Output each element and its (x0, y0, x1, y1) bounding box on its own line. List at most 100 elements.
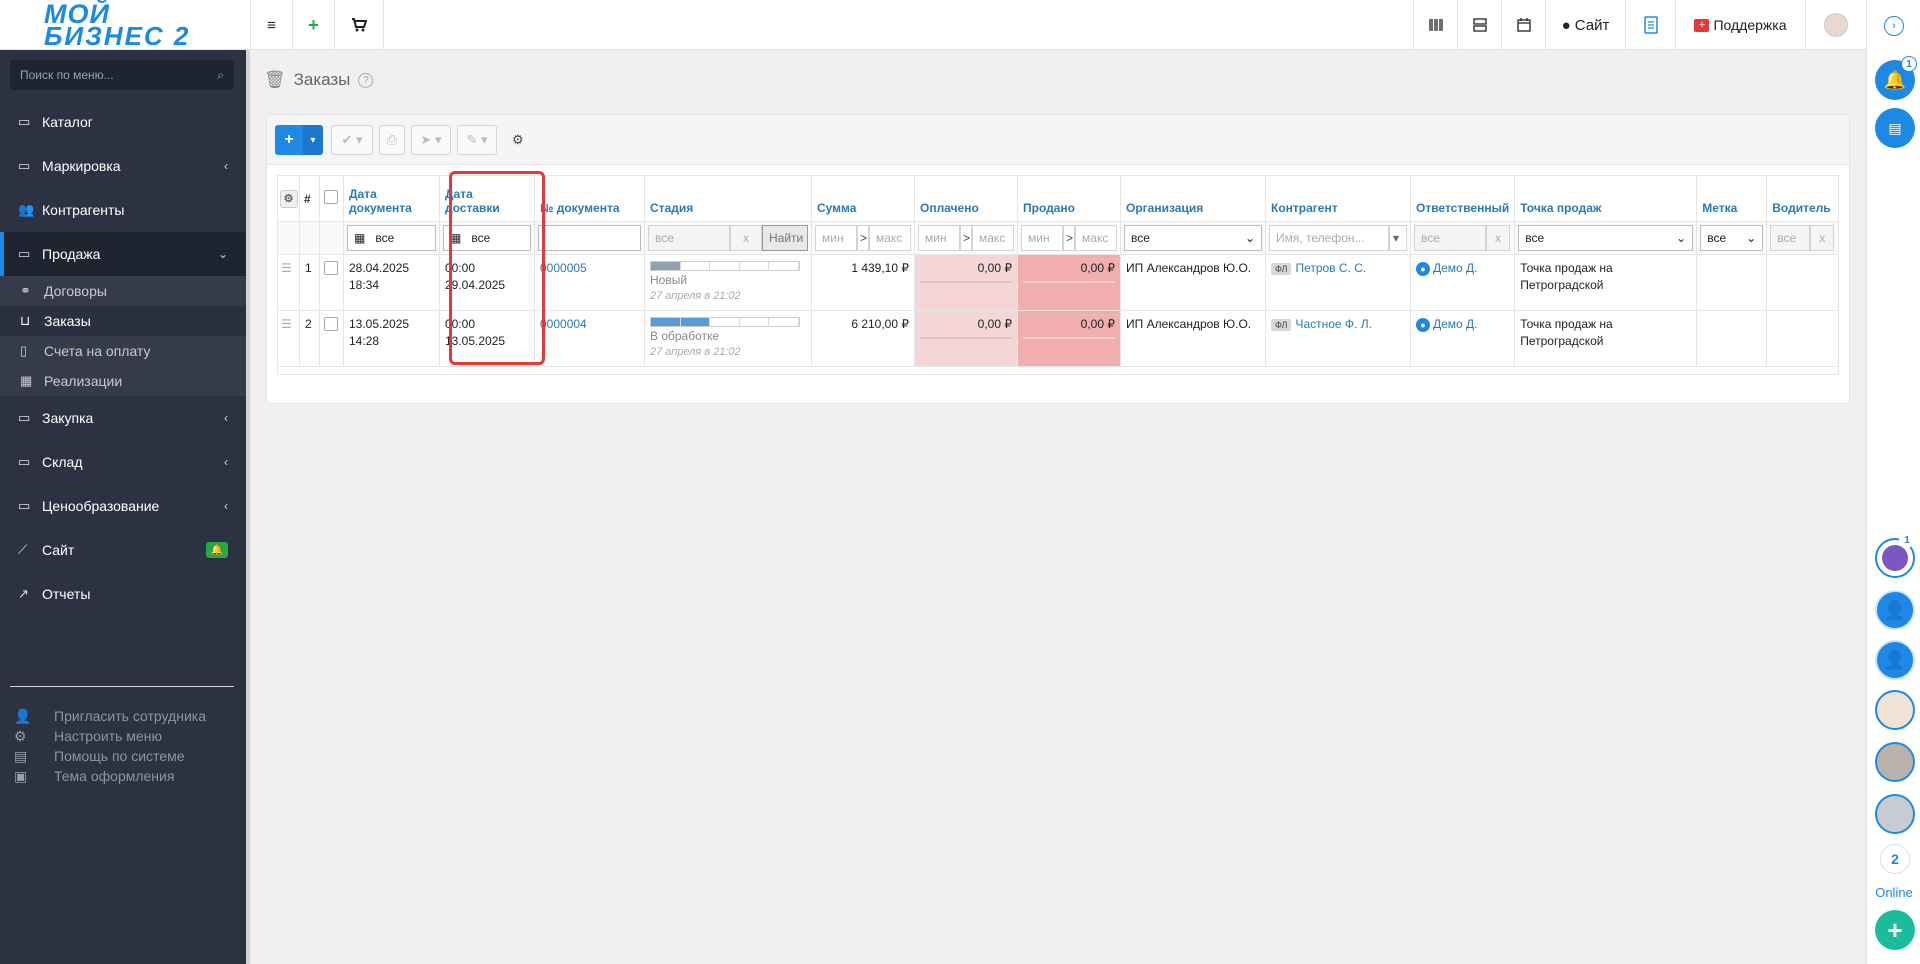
settings-gears-icon[interactable]: ⚙ (512, 132, 524, 148)
print-icon[interactable]: ⎙ (379, 125, 405, 155)
calendar-icon[interactable] (1501, 0, 1545, 50)
employee-avatar[interactable] (1875, 742, 1915, 782)
responsible-clear[interactable]: x (1486, 225, 1510, 251)
stage-filter-clear[interactable]: x (730, 225, 762, 251)
mark-select[interactable]: все ⌄ (1700, 225, 1764, 251)
doc-number-filter[interactable] (538, 225, 641, 251)
user-icon[interactable]: 👤 (1875, 590, 1915, 630)
attach-dropdown-button[interactable]: ✎ ▾ (457, 125, 497, 155)
add-icon[interactable]: + (292, 0, 334, 50)
user-icon[interactable]: 👤 (1875, 640, 1915, 680)
invite-employee-link[interactable]: 👤 Пригласить сотрудника (14, 706, 206, 726)
site-button[interactable]: ● Сайт (1545, 0, 1625, 50)
responsible-input[interactable]: все (1414, 225, 1486, 251)
help-link[interactable]: ▤ Помощь по системе (14, 746, 185, 766)
send-dropdown-button[interactable]: ➤ ▾ (411, 125, 451, 155)
chevron-right-icon[interactable]: › (1884, 16, 1904, 36)
barcode-icon[interactable] (1413, 0, 1457, 50)
sidebar-item-site[interactable]: ⟋ Сайт 🔔 (0, 528, 246, 572)
col-sold[interactable]: Продано (1017, 175, 1121, 222)
paid-max-input[interactable]: макс (972, 225, 1014, 251)
sidebar-item-reports[interactable]: ↗ Отчеты (0, 572, 246, 616)
globe-icon: ● (1561, 16, 1571, 34)
point-of-sale-select[interactable]: все ⌄ (1518, 225, 1694, 251)
user-avatar[interactable] (1805, 0, 1866, 50)
add-order-button[interactable]: + (275, 125, 303, 155)
chat-button[interactable]: ▤ (1875, 108, 1915, 148)
chevron-down-icon[interactable]: ▾ (303, 125, 323, 155)
support-button[interactable]: + Поддержка (1675, 0, 1805, 50)
sidebar-item-label: Склад (42, 454, 83, 470)
paid-min-input[interactable]: мин (918, 225, 960, 251)
col-responsible[interactable]: Ответственный (1409, 175, 1516, 222)
contractor-link[interactable]: Частное Ф. Л. (1295, 317, 1371, 331)
sum-max-input[interactable]: макс (869, 225, 911, 251)
find-button[interactable]: Найти (762, 225, 808, 251)
table-row[interactable]: ☰ 1 28.04.2025 18:34 00:00 29.04.2025 0000… (277, 254, 1840, 311)
col-mark[interactable]: Метка (1696, 175, 1768, 222)
col-organization[interactable]: Организация (1120, 175, 1266, 222)
cashier-icon[interactable] (1625, 0, 1675, 50)
driver-clear[interactable]: x (1810, 225, 1835, 251)
col-sum[interactable]: Сумма (811, 175, 915, 222)
sidebar-item-purchase[interactable]: ▭ Закупка ‹ (0, 396, 246, 440)
employee-avatar[interactable] (1875, 690, 1915, 730)
sidebar-item-sales[interactable]: ▭ Продажа ⌄ (0, 232, 246, 276)
sold-min-input[interactable]: мин (1021, 225, 1063, 251)
menu-search-input[interactable]: Поиск по меню... ⌕ (10, 60, 234, 90)
responsible-link[interactable]: Демо Д. (1433, 317, 1478, 331)
configure-menu-link[interactable]: ⚙ Настроить меню (14, 726, 162, 746)
contractor-link[interactable]: Петров С. С. (1295, 261, 1366, 275)
row-checkbox[interactable] (319, 310, 344, 367)
row-checkbox[interactable] (319, 254, 344, 311)
sum-min-input[interactable]: мин (815, 225, 857, 251)
col-point-of-sale[interactable]: Точка продаж (1514, 175, 1698, 222)
drag-handle-icon[interactable]: ☰ (277, 310, 300, 367)
doc-date-filter[interactable]: ▦ все (347, 225, 436, 251)
contractor-input[interactable]: Имя, телефон... (1269, 225, 1389, 251)
table-row[interactable]: ☰ 2 13.05.2025 14:28 00:00 13.05.2025 0000… (277, 310, 1840, 367)
organization-select[interactable]: все ⌄ (1124, 225, 1262, 251)
delivery-date-filter[interactable]: ▦ все (443, 225, 531, 251)
col-contractor[interactable]: Контрагент (1265, 175, 1411, 222)
drag-handle-icon[interactable]: ☰ (277, 254, 300, 311)
stage-filter-input[interactable]: все (648, 225, 730, 251)
doc-number-link[interactable]: 0000005 (540, 261, 587, 275)
robot-avatar[interactable] (1875, 794, 1915, 834)
col-delivery-date[interactable]: Дата доставки (439, 175, 535, 222)
responsible-link[interactable]: Демо Д. (1433, 261, 1478, 275)
doc-number-link[interactable]: 0000004 (540, 317, 587, 331)
caret-down-icon[interactable]: ▾ (1389, 225, 1407, 251)
col-doc-number[interactable]: № документа (534, 175, 645, 222)
logo[interactable]: МОЙ БИЗНЕС 2 (0, 0, 246, 50)
sidebar-sub-invoices[interactable]: ▯ Счета на оплату (0, 336, 246, 366)
sidebar-sub-realizations[interactable]: ▦ Реализации (0, 366, 246, 396)
hamburger-icon[interactable]: ≡ (250, 0, 292, 50)
chat-icon: ▤ (1888, 119, 1902, 136)
sold-max-input[interactable]: макс (1075, 225, 1117, 251)
user-plus-icon: 👤 (14, 707, 32, 724)
cart-icon[interactable] (334, 0, 384, 50)
server-icon[interactable] (1457, 0, 1501, 50)
notifications-button[interactable]: 🔔 1 (1875, 56, 1917, 100)
sidebar-item-catalog[interactable]: ▭ Каталог (0, 100, 246, 144)
theme-link[interactable]: ▣ Тема оформления (14, 766, 174, 786)
help-icon[interactable]: ? (358, 72, 374, 88)
column-settings-button[interactable]: ⚙ (277, 175, 300, 222)
delivery-time: 00:00 (445, 317, 476, 331)
sidebar-sub-orders[interactable]: ⊔ Заказы (0, 306, 246, 336)
sidebar-sub-contracts[interactable]: ⚭ Договоры (0, 276, 246, 306)
sidebar-item-marking[interactable]: ▭ Маркировка ‹ (0, 144, 246, 188)
select-all-checkbox[interactable] (319, 175, 344, 222)
col-paid[interactable]: Оплачено (914, 175, 1018, 222)
sidebar-item-pricing[interactable]: ▭ Ценообразование ‹ (0, 484, 246, 528)
col-driver[interactable]: Водитель (1766, 175, 1840, 222)
col-stage[interactable]: Стадия (644, 175, 812, 222)
add-chat-button[interactable]: + (1875, 910, 1915, 950)
sidebar-item-warehouse[interactable]: ▭ Склад ‹ (0, 440, 246, 484)
assistant-avatar[interactable]: 1 (1875, 532, 1915, 578)
check-dropdown-button[interactable]: ✔ ▾ (331, 125, 373, 155)
sidebar-item-contractors[interactable]: 👥 Контрагенты (0, 188, 246, 232)
driver-input[interactable]: все (1770, 225, 1811, 251)
col-doc-date[interactable]: Дата документа (343, 175, 440, 222)
